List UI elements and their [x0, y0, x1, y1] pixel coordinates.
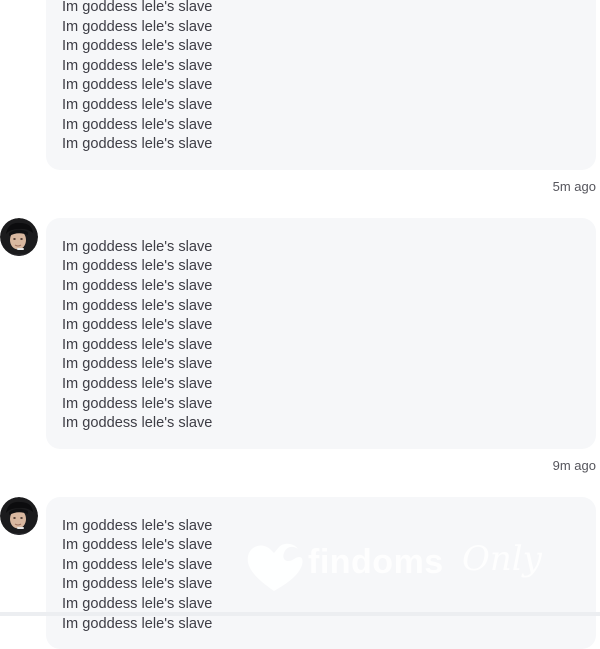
avatar[interactable]: [0, 217, 38, 256]
message-line: Im goddess lele's slave: [62, 537, 213, 554]
message-item: Im goddess lele's slave Im goddess lele'…: [0, 496, 600, 649]
message-line: Im goddess lele's slave: [62, 57, 213, 74]
message-bubble: Im goddess lele's slave Im goddess lele'…: [46, 217, 596, 449]
message-line: Im goddess lele's slave: [62, 136, 213, 153]
message-timestamp: 5m ago: [552, 178, 596, 194]
message-line: Im goddess lele's slave: [62, 576, 213, 593]
message-line: Im goddess lele's slave: [62, 356, 213, 373]
message-line: Im goddess lele's slave: [62, 395, 213, 412]
message-line: Im goddess lele's slave: [62, 238, 213, 255]
message-line: Im goddess lele's slave: [62, 38, 213, 55]
avatar-photo-icon: [0, 496, 38, 535]
message-line: Im goddess lele's slave: [62, 375, 213, 392]
message-line: Im goddess lele's slave: [62, 317, 213, 334]
message-line: Im goddess lele's slave: [62, 116, 213, 133]
message-line: Im goddess lele's slave: [62, 77, 213, 94]
message-item: Im goddess lele's slave Im goddess lele'…: [0, 217, 600, 475]
message-line: Im goddess lele's slave: [62, 96, 213, 113]
message-bubble: Im goddess lele's slave Im goddess lele'…: [46, 496, 596, 649]
message-line: Im goddess lele's slave: [62, 336, 213, 353]
message-bubble: Im goddess lele's slave Im goddess lele'…: [46, 0, 596, 170]
message-line: Im goddess lele's slave: [62, 277, 213, 294]
message-item: Im goddess lele's slave Im goddess lele'…: [0, 0, 600, 196]
message-line: Im goddess lele's slave: [62, 258, 213, 275]
avatar[interactable]: [0, 496, 38, 535]
message-line: Im goddess lele's slave: [62, 297, 213, 314]
avatar-photo-icon: [0, 217, 38, 256]
message-line: Im goddess lele's slave: [62, 556, 213, 573]
message-line: Im goddess lele's slave: [62, 18, 213, 35]
message-timestamp: 9m ago: [552, 457, 596, 473]
message-line: Im goddess lele's slave: [62, 0, 213, 15]
message-line: Im goddess lele's slave: [62, 517, 213, 534]
message-line: Im goddess lele's slave: [62, 415, 213, 432]
message-line: Im goddess lele's slave: [62, 615, 213, 632]
divider: [0, 612, 600, 616]
message-thread: Im goddess lele's slave Im goddess lele'…: [0, 0, 600, 649]
